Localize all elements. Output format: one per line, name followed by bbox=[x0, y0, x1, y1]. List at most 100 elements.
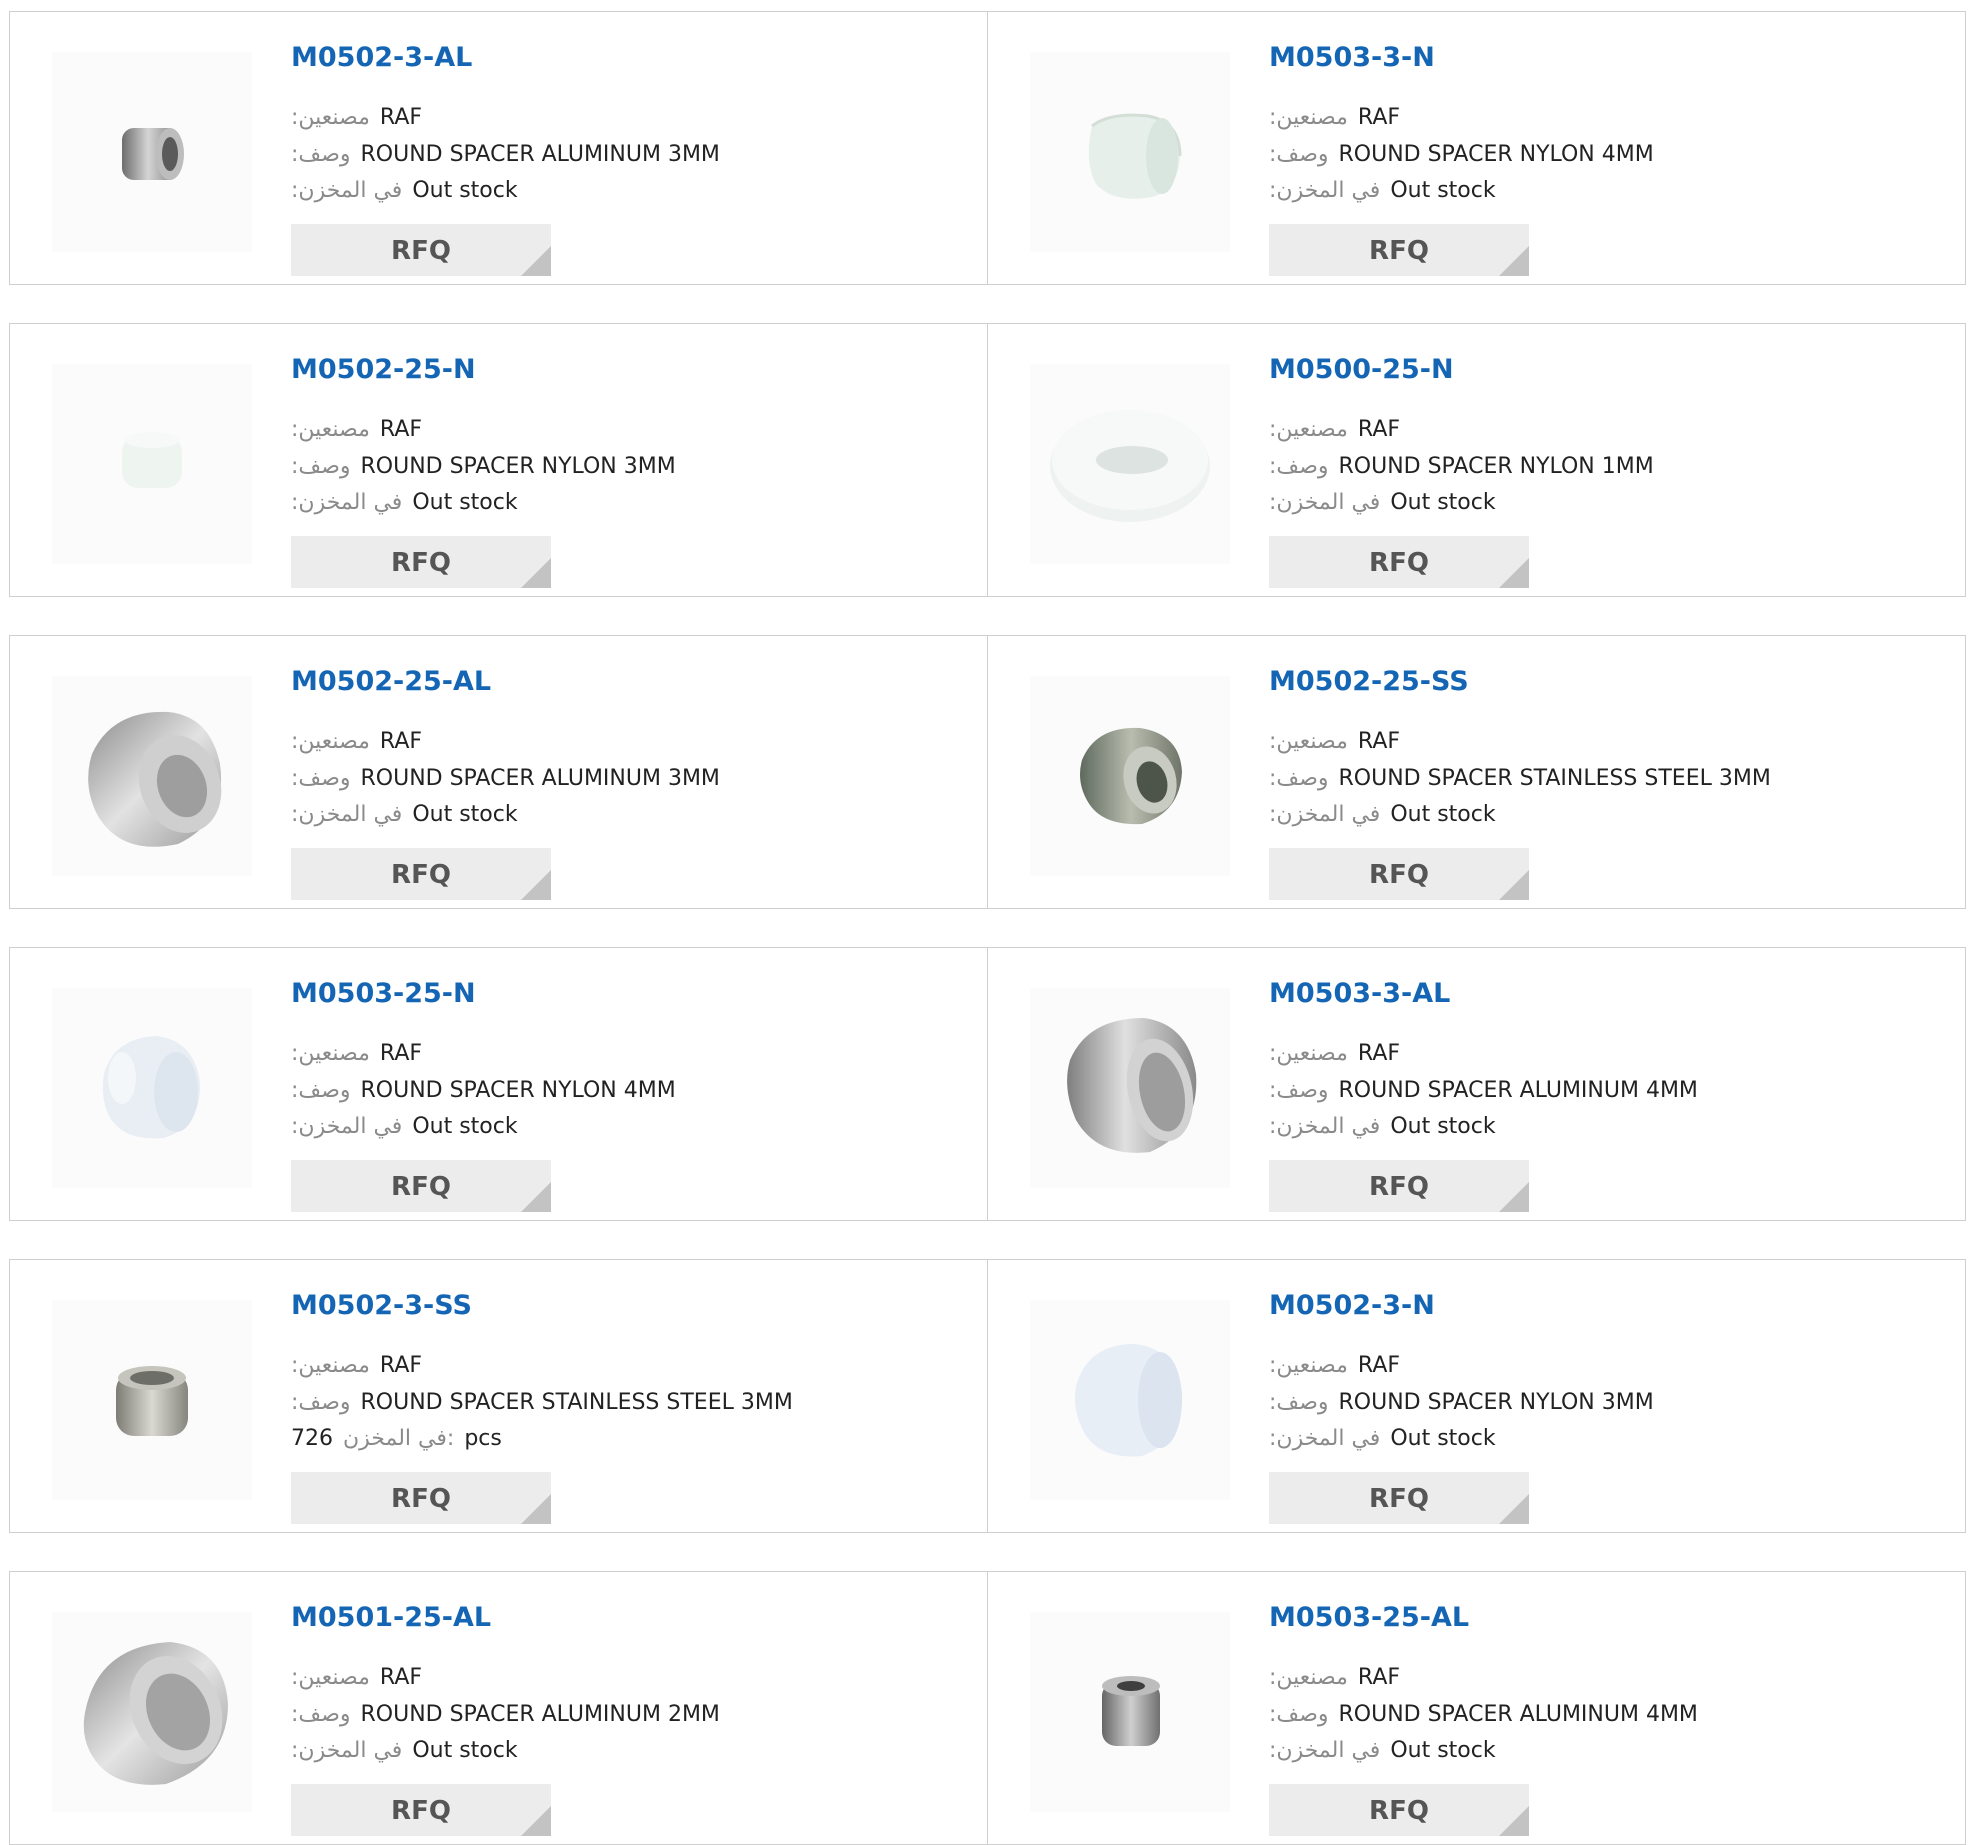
stock-value: Out stock bbox=[1390, 1738, 1496, 1763]
product-image[interactable] bbox=[52, 52, 252, 252]
part-number-link[interactable]: M0500-25-N bbox=[1269, 354, 1454, 385]
part-number-link[interactable]: M0502-25-SS bbox=[1269, 666, 1469, 697]
description-label: :وصف bbox=[1269, 454, 1329, 479]
product-image[interactable] bbox=[52, 988, 252, 1188]
stock-label: :في المخزن bbox=[1269, 490, 1381, 515]
manufacturer-label: :مصنعين bbox=[291, 417, 370, 442]
manufacturer-label: :مصنعين bbox=[1269, 1041, 1348, 1066]
description-value: ROUND SPACER ALUMINUM 2MM bbox=[360, 1702, 720, 1727]
rfq-button[interactable]: RFQ bbox=[291, 1472, 551, 1524]
part-number-link[interactable]: M0503-25-AL bbox=[1269, 1602, 1469, 1633]
description-row: :وصف ROUND SPACER NYLON 3MM bbox=[1269, 1390, 1654, 1415]
part-number-link[interactable]: M0503-25-N bbox=[291, 978, 476, 1009]
manufacturer-value: RAF bbox=[379, 1665, 423, 1690]
stock-row: :في المخزن Out stock bbox=[1269, 802, 1496, 827]
description-row: :وصف ROUND SPACER NYLON 4MM bbox=[291, 1078, 676, 1103]
product-card: M0502-25-SS :مصنعين RAF :وصف ROUND SPACE… bbox=[988, 636, 1965, 908]
stock-value: Out stock bbox=[412, 1114, 518, 1139]
manufacturer-label: :مصنعين bbox=[1269, 1665, 1348, 1690]
part-number-link[interactable]: M0501-25-AL bbox=[291, 1602, 491, 1633]
description-row: :وصف ROUND SPACER ALUMINUM 4MM bbox=[1269, 1702, 1698, 1727]
stock-label: :في المخزن bbox=[291, 1738, 403, 1763]
manufacturer-row: :مصنعين RAF bbox=[291, 1353, 422, 1378]
rfq-button[interactable]: RFQ bbox=[1269, 848, 1529, 900]
product-image[interactable] bbox=[52, 1300, 252, 1500]
manufacturer-row: :مصنعين RAF bbox=[1269, 1041, 1400, 1066]
description-value: ROUND SPACER ALUMINUM 3MM bbox=[360, 142, 720, 167]
description-label: :وصف bbox=[1269, 142, 1329, 167]
description-label: :وصف bbox=[291, 766, 351, 791]
product-image[interactable] bbox=[1030, 52, 1230, 252]
part-number-link[interactable]: M0502-3-AL bbox=[291, 42, 472, 73]
manufacturer-value: RAF bbox=[1357, 1353, 1401, 1378]
rfq-button-label: RFQ bbox=[391, 1484, 451, 1514]
product-image[interactable] bbox=[52, 364, 252, 564]
description-label: :وصف bbox=[291, 142, 351, 167]
manufacturer-row: :مصنعين RAF bbox=[291, 1041, 422, 1066]
description-value: ROUND SPACER ALUMINUM 3MM bbox=[360, 766, 720, 791]
rfq-button-label: RFQ bbox=[391, 548, 451, 578]
stock-row: :في المخزن Out stock bbox=[1269, 178, 1496, 203]
stock-label: :في المخزن bbox=[1269, 802, 1381, 827]
rfq-button-label: RFQ bbox=[1369, 236, 1429, 266]
rfq-button-label: RFQ bbox=[1369, 1484, 1429, 1514]
manufacturer-value: RAF bbox=[379, 105, 423, 130]
product-image[interactable] bbox=[1030, 364, 1230, 564]
rfq-button[interactable]: RFQ bbox=[291, 1160, 551, 1212]
product-card: M0502-3-N :مصنعين RAF :وصف ROUND SPACER … bbox=[988, 1260, 1965, 1532]
part-number-link[interactable]: M0502-25-N bbox=[291, 354, 476, 385]
description-value: ROUND SPACER NYLON 1MM bbox=[1338, 454, 1654, 479]
description-value: ROUND SPACER ALUMINUM 4MM bbox=[1338, 1078, 1698, 1103]
product-row: M0501-25-AL :مصنعين RAF :وصف ROUND SPACE… bbox=[9, 1571, 1966, 1845]
corner-triangle-icon bbox=[1499, 1806, 1529, 1836]
rfq-button[interactable]: RFQ bbox=[291, 224, 551, 276]
stock-row: :في المخزن Out stock bbox=[1269, 1738, 1496, 1763]
description-value: ROUND SPACER ALUMINUM 4MM bbox=[1338, 1702, 1698, 1727]
manufacturer-row: :مصنعين RAF bbox=[291, 729, 422, 754]
corner-triangle-icon bbox=[1499, 870, 1529, 900]
rfq-button-label: RFQ bbox=[391, 860, 451, 890]
description-value: ROUND SPACER NYLON 3MM bbox=[1338, 1390, 1654, 1415]
description-value: ROUND SPACER NYLON 3MM bbox=[360, 454, 676, 479]
stock-label: :في المخزن bbox=[291, 490, 403, 515]
manufacturer-label: :مصنعين bbox=[1269, 729, 1348, 754]
product-image[interactable] bbox=[52, 1612, 252, 1812]
part-number-link[interactable]: M0503-3-AL bbox=[1269, 978, 1450, 1009]
corner-triangle-icon bbox=[521, 558, 551, 588]
manufacturer-row: :مصنعين RAF bbox=[1269, 1665, 1400, 1690]
part-number-link[interactable]: M0502-3-N bbox=[1269, 1290, 1435, 1321]
rfq-button[interactable]: RFQ bbox=[1269, 1472, 1529, 1524]
stock-value: Out stock bbox=[1390, 178, 1496, 203]
product-image[interactable] bbox=[1030, 988, 1230, 1188]
rfq-button[interactable]: RFQ bbox=[291, 848, 551, 900]
product-image[interactable] bbox=[1030, 1300, 1230, 1500]
rfq-button[interactable]: RFQ bbox=[291, 1784, 551, 1836]
corner-triangle-icon bbox=[1499, 1494, 1529, 1524]
stock-row: :في المخزن Out stock bbox=[291, 490, 518, 515]
corner-triangle-icon bbox=[521, 246, 551, 276]
manufacturer-value: RAF bbox=[1357, 1665, 1401, 1690]
part-number-link[interactable]: M0503-3-N bbox=[1269, 42, 1435, 73]
rfq-button[interactable]: RFQ bbox=[1269, 224, 1529, 276]
description-row: :وصف ROUND SPACER ALUMINUM 2MM bbox=[291, 1702, 720, 1727]
rfq-button[interactable]: RFQ bbox=[1269, 1160, 1529, 1212]
rfq-button[interactable]: RFQ bbox=[291, 536, 551, 588]
description-row: :وصف ROUND SPACER ALUMINUM 3MM bbox=[291, 766, 720, 791]
manufacturer-row: :مصنعين RAF bbox=[291, 417, 422, 442]
stock-label: :في المخزن bbox=[1269, 1738, 1381, 1763]
product-image[interactable] bbox=[52, 676, 252, 876]
product-image[interactable] bbox=[1030, 676, 1230, 876]
part-number-link[interactable]: M0502-3-SS bbox=[291, 1290, 472, 1321]
part-number-link[interactable]: M0502-25-AL bbox=[291, 666, 491, 697]
stock-row: :في المخزن Out stock bbox=[291, 178, 518, 203]
description-row: :وصف ROUND SPACER ALUMINUM 4MM bbox=[1269, 1078, 1698, 1103]
rfq-button[interactable]: RFQ bbox=[1269, 1784, 1529, 1836]
corner-triangle-icon bbox=[1499, 558, 1529, 588]
product-image[interactable] bbox=[1030, 1612, 1230, 1812]
product-card: M0502-25-N :مصنعين RAF :وصف ROUND SPACER… bbox=[10, 324, 988, 596]
description-row: :وصف ROUND SPACER NYLON 1MM bbox=[1269, 454, 1654, 479]
manufacturer-value: RAF bbox=[379, 417, 423, 442]
corner-triangle-icon bbox=[1499, 246, 1529, 276]
product-card: M0502-3-AL :مصنعين RAF :وصف ROUND SPACER… bbox=[10, 12, 988, 284]
rfq-button[interactable]: RFQ bbox=[1269, 536, 1529, 588]
